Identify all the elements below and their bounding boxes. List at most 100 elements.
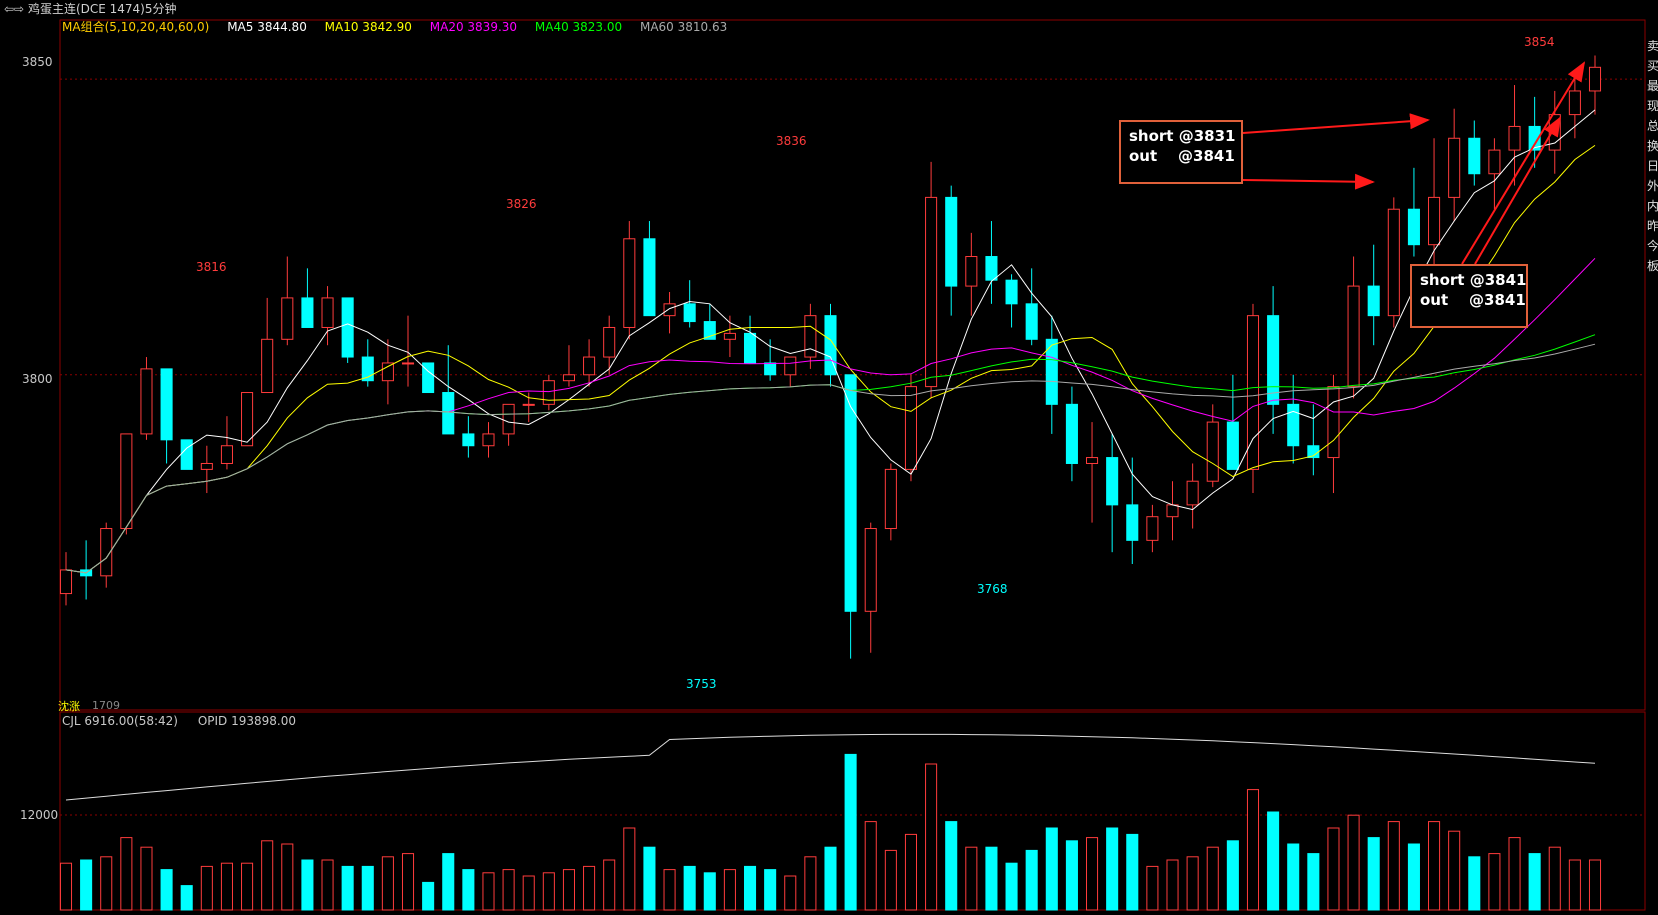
volume-bar	[1488, 853, 1501, 911]
cjl-label: CJL 6916.00(58:42)	[62, 714, 178, 728]
volume-bar	[1568, 859, 1581, 911]
candle-body	[341, 297, 354, 358]
candle-body	[1367, 285, 1380, 317]
candle-body	[1186, 480, 1199, 506]
candle-body	[1206, 421, 1219, 482]
trade-note-2-line2: out @3841	[1420, 291, 1526, 309]
volume-bar	[844, 753, 857, 911]
volume-bar	[1246, 789, 1260, 911]
candle-body	[884, 468, 897, 530]
volume-bar	[1387, 821, 1400, 911]
arrow-left-right-icon[interactable]: ⇦⇨	[4, 2, 24, 16]
volume-bar	[180, 885, 193, 911]
volume-bar	[1347, 814, 1360, 911]
candle-body	[1508, 125, 1521, 151]
candle-body	[1448, 137, 1461, 198]
candle-body	[1106, 457, 1119, 506]
volume-bar	[422, 881, 435, 911]
volume-bar	[985, 846, 998, 911]
volume-bar	[1206, 846, 1219, 911]
trade-note-1-line2: out @3841	[1129, 147, 1235, 165]
low-label-3753: 3753	[686, 677, 717, 691]
volume-bar	[80, 859, 93, 911]
volume-bar	[1287, 843, 1300, 911]
opid-line	[65, 733, 1596, 801]
ma-group-label: MA组合(5,10,20,40,60,0)	[62, 20, 210, 34]
volume-bar	[804, 856, 817, 911]
volume-bar	[1548, 846, 1561, 911]
volume-bar	[1468, 856, 1481, 911]
volume-bar	[1086, 837, 1099, 911]
candle-body	[381, 362, 394, 382]
candle-body	[301, 297, 314, 328]
ma20-label: MA20 3839.30	[429, 20, 518, 34]
candle-body	[120, 433, 133, 530]
ma-legend: MA组合(5,10,20,40,60,0) MA5 3844.80 MA10 3…	[62, 18, 741, 35]
volume-bar	[603, 859, 616, 911]
volume-bar	[1065, 840, 1078, 911]
candle-body	[220, 445, 233, 464]
candle-body	[965, 256, 978, 287]
trade-note-2: short @3841 out @3841	[1410, 264, 1528, 328]
volume-bar	[1508, 837, 1521, 911]
volume-bar	[1106, 827, 1119, 911]
volume-bar	[945, 821, 958, 911]
candle-body	[502, 403, 515, 435]
candle-body	[945, 196, 958, 287]
volume-bar	[925, 763, 938, 911]
volume-bar	[1186, 856, 1199, 911]
bottom-left-value: 1709	[92, 699, 120, 712]
price-axis-label-top: 3850	[22, 55, 53, 69]
volume-bar	[261, 840, 274, 911]
volume-bar	[1025, 849, 1038, 911]
volume-bar	[200, 865, 213, 911]
volume-bar	[1126, 833, 1139, 911]
candle-body	[764, 362, 777, 376]
candle-body	[643, 238, 656, 317]
volume-bar	[643, 846, 656, 911]
volume-bar	[1005, 862, 1018, 911]
volume-bar	[281, 843, 294, 911]
candle-body	[482, 433, 495, 447]
candle-body	[59, 569, 73, 595]
volume-bar	[824, 846, 837, 911]
high-label-3836: 3836	[776, 134, 807, 148]
candle-body	[623, 238, 636, 328]
candle-body	[180, 439, 193, 470]
candle-body	[1126, 504, 1139, 541]
volume-bar	[743, 865, 757, 911]
volume-bar	[965, 846, 978, 911]
volume-bar	[220, 862, 233, 911]
volume-bar	[784, 875, 797, 911]
candle-body	[1387, 208, 1400, 317]
candle-body	[160, 368, 173, 441]
volume-bar	[1146, 865, 1159, 911]
volume-bar	[623, 827, 636, 911]
candle-body	[1287, 403, 1300, 447]
volume-axis-label: 12000	[20, 808, 59, 822]
candle-body	[261, 338, 274, 394]
ma10-label: MA10 3842.90	[324, 20, 412, 34]
kline-chart[interactable]	[0, 0, 1658, 915]
volume-bar	[1267, 811, 1280, 911]
note-1-arrow-upper	[1242, 113, 1430, 134]
volume-bar	[764, 869, 777, 911]
trade-note-2-line1: short @3841	[1420, 271, 1527, 289]
volume-bar	[1166, 859, 1179, 911]
volume-bar	[462, 869, 475, 911]
candle-body	[281, 297, 294, 340]
candle-body	[1488, 149, 1501, 175]
ma60-label: MA60 3810.63	[639, 20, 728, 34]
volume-bar	[1367, 837, 1380, 911]
chart-title-bar: ⇦⇨ 鸡蛋主连(DCE 1474)5分钟	[4, 0, 177, 17]
trade-note-1: short @3831 out @3841	[1119, 120, 1243, 184]
volume-bar	[120, 837, 133, 911]
volume-bar	[381, 856, 394, 911]
candle-body	[321, 297, 334, 328]
volume-bar	[1588, 859, 1602, 911]
candle-body	[442, 392, 455, 435]
candle-body	[1025, 303, 1038, 340]
volume-bar	[522, 875, 535, 911]
candle-body	[462, 433, 475, 447]
volume-bar	[59, 862, 73, 911]
